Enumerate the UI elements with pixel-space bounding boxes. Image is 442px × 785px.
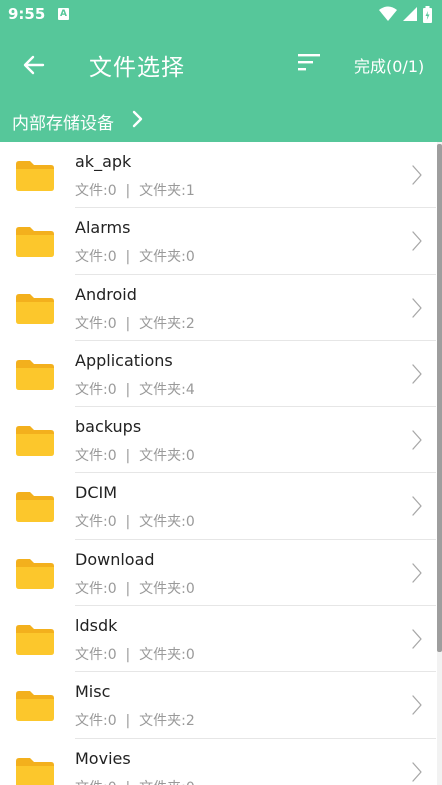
file-name: Download	[75, 549, 155, 569]
file-name: backups	[75, 417, 142, 437]
list-item[interactable]: backups 文件:0 | 文件夹:0	[0, 407, 436, 474]
chevron-right-icon	[412, 165, 422, 185]
list-item[interactable]: Applications 文件:0 | 文件夹:4	[0, 341, 436, 408]
breadcrumb: 内部存储设备	[0, 98, 442, 142]
chevron-right-icon	[412, 563, 422, 583]
app-notification-icon: A	[58, 8, 69, 20]
app-bar: 文件选择 完成(0/1)	[0, 30, 442, 98]
chevron-right-icon	[412, 762, 422, 782]
list-item[interactable]: Misc 文件:0 | 文件夹:2	[0, 672, 436, 739]
chevron-right-icon	[412, 231, 422, 251]
sort-icon	[298, 54, 320, 71]
sort-button[interactable]	[296, 52, 324, 76]
battery-icon	[423, 6, 432, 23]
status-icons	[373, 6, 432, 24]
list-item[interactable]: Movies 文件:0 | 文件夹:0	[0, 739, 436, 785]
list-item[interactable]: ak_apk 文件:0 | 文件夹:1	[0, 142, 436, 209]
scrollbar-thumb[interactable]	[437, 144, 442, 652]
folder-icon	[16, 625, 54, 656]
file-meta: 文件:0 | 文件夹:0	[75, 249, 195, 266]
file-meta: 文件:0 | 文件夹:0	[75, 580, 195, 597]
folder-icon	[16, 359, 54, 390]
file-meta: 文件:0 | 文件夹:0	[75, 777, 195, 785]
chevron-right-icon	[412, 496, 422, 517]
file-meta: 文件:0 | 文件夹:1	[75, 183, 195, 199]
folder-icon	[16, 558, 54, 589]
folder-icon	[16, 691, 54, 722]
file-name: Applications	[75, 350, 173, 370]
breadcrumb-item-root[interactable]: 内部存储设备	[12, 109, 114, 134]
file-meta: 文件:0 | 文件夹:0	[75, 647, 195, 664]
folder-icon	[16, 426, 54, 457]
status-time: 9:55	[8, 5, 46, 23]
chevron-right-icon	[412, 629, 422, 649]
file-name: Android	[75, 284, 137, 304]
page-title: 文件选择	[89, 55, 185, 81]
file-name: Misc	[75, 682, 111, 702]
file-meta: 文件:0 | 文件夹:4	[75, 381, 195, 398]
file-meta: 文件:0 | 文件夹:2	[75, 315, 195, 332]
file-meta: 文件:0 | 文件夹:2	[75, 713, 195, 730]
list-item[interactable]: Android 文件:0 | 文件夹:2	[0, 275, 436, 341]
file-list: ak_apk 文件:0 | 文件夹:1 Alarms 文件:0 | 文件夹:0 …	[0, 142, 436, 785]
list-item[interactable]: DCIM 文件:0 | 文件夹:0	[0, 473, 436, 540]
folder-icon	[16, 227, 54, 258]
chevron-right-icon	[412, 297, 422, 318]
file-name: ak_apk	[75, 152, 132, 171]
folder-icon	[16, 293, 54, 324]
scrollbar[interactable]	[437, 142, 442, 785]
back-button[interactable]	[14, 50, 54, 80]
file-meta: 文件:0 | 文件夹:0	[75, 514, 195, 531]
signal-icon	[403, 7, 417, 21]
list-item[interactable]: Alarms 文件:0 | 文件夹:0	[0, 208, 436, 275]
list-item[interactable]: ldsdk 文件:0 | 文件夹:0	[0, 606, 436, 673]
done-button[interactable]: 完成(0/1)	[354, 53, 424, 77]
folder-icon	[16, 492, 54, 523]
chevron-right-icon	[412, 430, 422, 450]
file-meta: 文件:0 | 文件夹:0	[75, 448, 195, 465]
chevron-right-icon	[412, 364, 422, 384]
back-arrow-icon	[23, 55, 45, 75]
file-name: Alarms	[75, 218, 131, 238]
file-name: Movies	[75, 748, 131, 768]
chevron-right-icon	[412, 695, 422, 716]
file-name: ldsdk	[75, 616, 118, 636]
list-item[interactable]: Download 文件:0 | 文件夹:0	[0, 540, 436, 607]
wifi-icon	[379, 6, 397, 21]
file-name: DCIM	[75, 483, 118, 503]
folder-icon	[16, 161, 54, 191]
status-bar: 9:55 A	[0, 0, 442, 30]
chevron-right-icon	[132, 110, 143, 128]
folder-icon	[16, 757, 54, 785]
